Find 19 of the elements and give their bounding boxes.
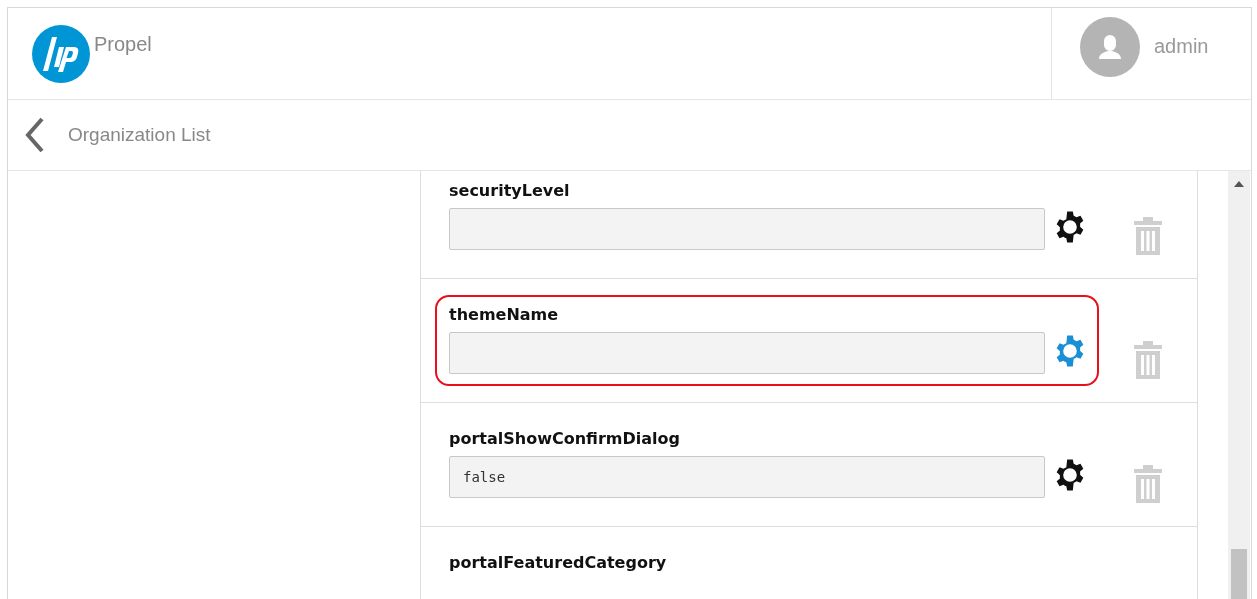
breadcrumb-title: Organization List [68,124,211,146]
scroll-up-icon[interactable] [1234,181,1244,187]
delete-button[interactable] [1133,340,1163,380]
avatar-icon[interactable] [1080,16,1140,77]
property-input[interactable]: false [449,456,1045,498]
back-button[interactable] [24,117,46,153]
app-name: Propel [94,33,152,56]
user-name: admin [1154,35,1209,58]
property-name: portalShowConfirmDialog [449,429,681,448]
delete-button[interactable] [1133,216,1163,256]
property-input[interactable] [449,208,1045,250]
logo-icon [32,25,90,83]
scrollbar-track[interactable] [1228,171,1250,599]
scrollbar-thumb[interactable] [1231,549,1247,599]
property-name: portalFeaturedCategory [449,553,667,572]
property-input[interactable] [449,332,1045,374]
property-name: securityLevel [449,181,571,200]
property-name: themeName [449,305,560,324]
delete-button[interactable] [1133,464,1163,504]
